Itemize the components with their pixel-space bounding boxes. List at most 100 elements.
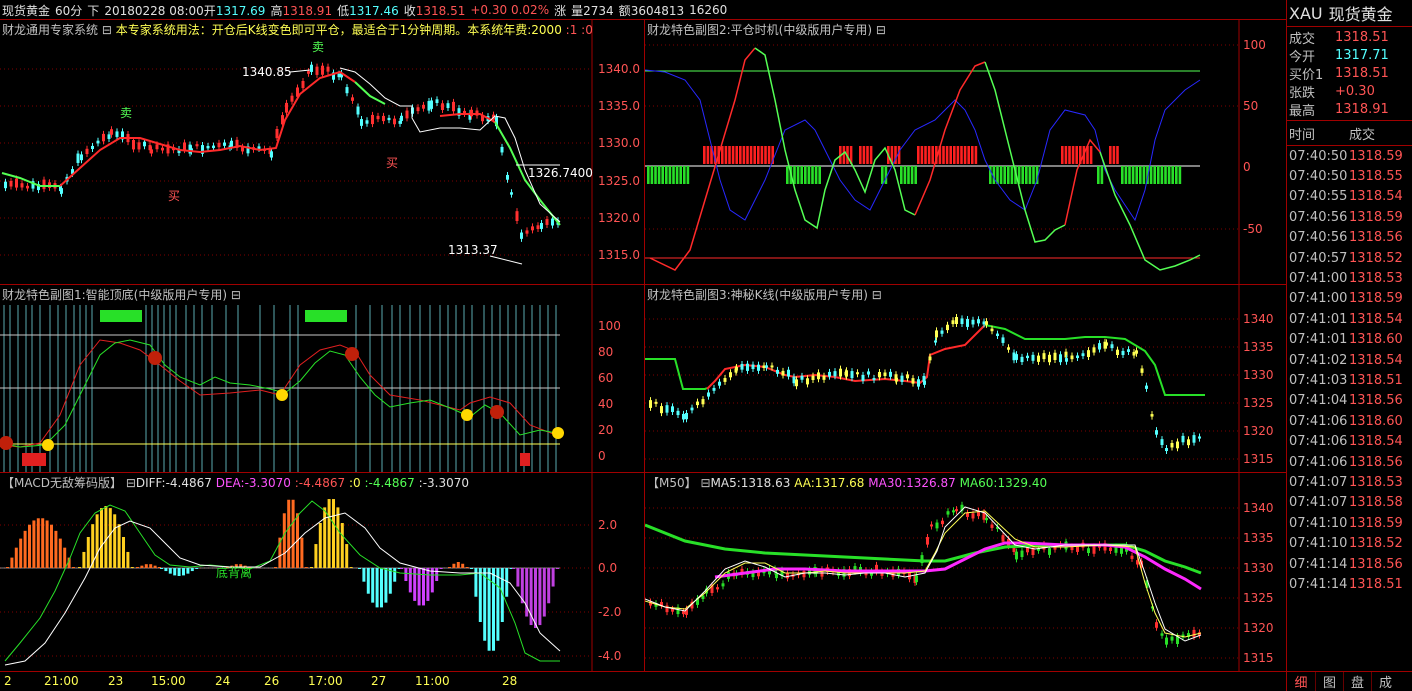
timing-bar-red	[956, 146, 960, 164]
candle-body	[115, 131, 119, 137]
tb-axis-0: 0	[598, 449, 606, 463]
macd-bar	[400, 568, 403, 569]
bar-datetime: 20180228 08:00开1317.69	[104, 3, 266, 18]
main-ref-white	[339, 67, 561, 223]
tab-book[interactable]: 盘	[1343, 672, 1371, 691]
time-label-6: 17:00	[308, 674, 343, 688]
timing-bar-red	[897, 146, 901, 164]
timing-bar-red	[842, 146, 846, 164]
macd-bar	[340, 523, 344, 568]
main-candles	[4, 61, 560, 242]
period-label: 60分	[55, 3, 83, 18]
candle-body	[1160, 633, 1164, 636]
macd-bar	[478, 568, 482, 622]
tick-row: 07:41:10 1318.59	[1287, 513, 1412, 533]
volume-value: 量2734	[571, 3, 614, 18]
tick-time: 07:41:04	[1289, 393, 1348, 409]
macd-bar	[182, 568, 185, 576]
tab-chart[interactable]: 图	[1315, 672, 1343, 691]
timing-bar-red	[974, 146, 978, 164]
macd-bar	[547, 568, 551, 604]
candle-body	[382, 115, 385, 122]
macd-bar	[417, 568, 421, 606]
main-candle-pane[interactable]: 财龙通用专家系统 ⊟ 本专家系统用法：开仓后K线变色即可平仓，最适合于1分钟周期…	[0, 20, 644, 284]
timing-bar-green	[804, 166, 807, 184]
candle-body	[195, 144, 199, 147]
quote-header: 现货黄金 60分 下 20180228 08:00开1317.69 高1318.…	[2, 2, 727, 18]
candle-body	[551, 218, 554, 226]
candle-body	[941, 520, 944, 525]
candle-body	[1165, 637, 1168, 645]
candle-body	[1059, 354, 1062, 363]
tick-price: 1318.56	[1349, 454, 1403, 470]
timing-bar-green	[672, 166, 675, 184]
candle-body	[1053, 352, 1057, 361]
tick-price: 1318.56	[1349, 393, 1403, 409]
main-axis-1335: 1335.0	[598, 99, 640, 113]
macd-bar	[538, 568, 542, 626]
mystery-candle-pane[interactable]: 财龙特色副图3:神秘K线(中级版用户专用) ⊟ 1340 1335 1330 1…	[645, 285, 1286, 472]
candle-body	[96, 140, 100, 144]
tick-list[interactable]: 07:40:50 1318.59 07:40:50 1318.55 07:40:55 13…	[1287, 146, 1412, 595]
macd-bar	[300, 537, 304, 568]
candle-body	[757, 364, 760, 371]
macd-title: 【MACD无敌筹码版】 ⊟DIFF:-4.4867 DEA:-3.3070 :-…	[2, 476, 470, 490]
candle-body	[1026, 355, 1029, 359]
tick-row: 07:40:55 1318.54	[1287, 187, 1412, 207]
timing-bar-green	[1178, 166, 1182, 184]
timing-bar-red	[1112, 146, 1116, 164]
candle-body	[946, 511, 950, 515]
macd-bar	[54, 530, 58, 568]
tick-price: 1318.55	[1349, 169, 1403, 185]
candle-body	[1121, 350, 1125, 356]
macd-bar	[435, 568, 439, 581]
timing-axis-neg50: -50	[1243, 222, 1263, 236]
macd-bar	[45, 520, 49, 568]
high-price: 高1318.91	[270, 3, 333, 18]
tick-row: 07:40:56 1318.59	[1287, 207, 1412, 227]
tab-detail[interactable]: 细	[1287, 672, 1315, 691]
timing-bar-red	[862, 146, 866, 164]
macd-bar	[349, 567, 353, 568]
candle-body	[371, 114, 374, 125]
tb-axis-100: 100	[598, 319, 621, 333]
ma-pane[interactable]: 【M50】 ⊟MA5:1318.63 AA:1317.68 MA30:1326.…	[645, 473, 1286, 671]
timing-bar-red	[753, 146, 756, 164]
candle-body	[545, 219, 549, 225]
candle-body	[1087, 548, 1090, 554]
tick-time: 07:41:10	[1289, 536, 1348, 552]
sidebar-symbol: XAU	[1289, 3, 1323, 23]
macd-bar	[14, 547, 18, 568]
candle-body	[60, 188, 63, 194]
macd-bar	[149, 564, 153, 568]
close-timing-pane[interactable]: 财龙特色副图2:平仓时机(中级版用户专用) ⊟ 100 50 0 -50	[645, 20, 1286, 284]
candle-body	[1187, 439, 1190, 446]
tab-trade[interactable]: 成	[1371, 672, 1399, 691]
candle-body	[735, 367, 738, 371]
timing-bar-green	[1100, 166, 1104, 184]
macd-pane[interactable]: 【MACD无敌筹码版】 ⊟DIFF:-4.4867 DEA:-3.3070 :-…	[0, 473, 644, 671]
candle-body	[1176, 441, 1179, 449]
macd-bar	[332, 499, 335, 568]
candle-body	[776, 369, 779, 374]
quote-label: 今开	[1289, 49, 1316, 65]
tick-row: 07:41:03 1318.51	[1287, 370, 1412, 390]
candle-body	[315, 66, 319, 75]
quote-value: +0.30	[1335, 83, 1375, 99]
candle-body	[926, 537, 929, 545]
timing-bar-green	[1153, 166, 1156, 184]
timing-bar-red	[1116, 146, 1119, 164]
timing-bars	[647, 146, 1182, 184]
tick-price: 1318.60	[1349, 413, 1403, 429]
timing-bar-red	[963, 146, 967, 164]
candle-body	[230, 140, 233, 147]
top-bottom-pane[interactable]: 财龙特色副图1:智能顶底(中级版用户专用) ⊟ 100 80 60 40 20 …	[0, 285, 644, 472]
candle-body	[356, 106, 360, 115]
tick-price: 1318.53	[1349, 474, 1403, 490]
macd-bar	[274, 567, 277, 568]
timing-bar-green	[650, 166, 654, 184]
ma30-line	[714, 541, 1202, 591]
candle-body	[955, 316, 958, 325]
macd-bar	[72, 567, 75, 568]
candle-body	[107, 134, 111, 139]
